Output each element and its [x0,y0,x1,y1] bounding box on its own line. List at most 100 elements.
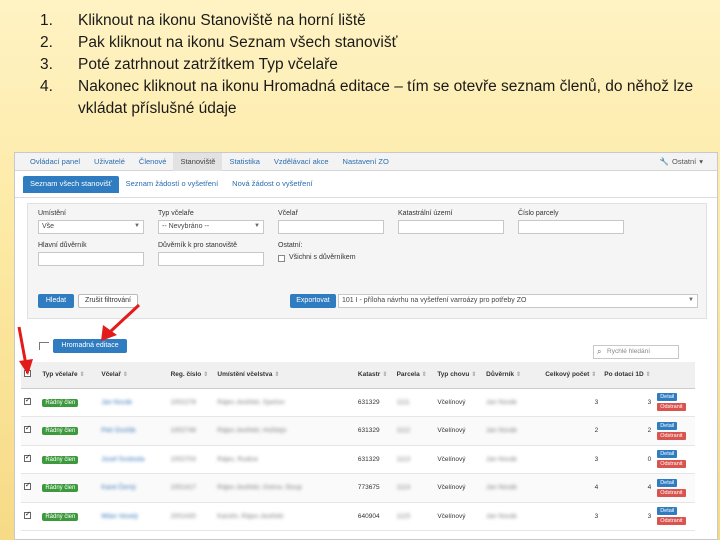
row-checkbox[interactable] [24,453,31,462]
katastr-value: 631329 [357,398,380,406]
umisteni-cell: Rájec-Jestřebí, Ostrov, Sloup [214,473,355,503]
tab-nova-zadost[interactable]: Nová žádost o vyšetření [225,176,319,193]
instruction-list: 1. Kliknout na ikonu Stanoviště na horní… [40,10,700,120]
row-select-cell[interactable] [21,473,40,503]
vcelar-cell: Milan Veselý [98,502,168,531]
col-header-duvernik[interactable]: Důvěrník ⇕ [483,362,543,389]
hledat-button[interactable]: Hledat [38,294,74,308]
reg-cell: 2001430 [167,502,215,531]
sort-icon: ⇕ [274,372,280,379]
delete-button[interactable]: Odstranit [657,403,686,412]
nav-item-stanoviste[interactable]: Stanoviště [173,153,223,171]
table-row[interactable]: Řádný člen Milan Veselý 2001430 Karolín, Rá… [21,502,695,531]
detail-button[interactable]: Detail [657,478,678,487]
tab-seznam-vsech-stanovist[interactable]: Seznam všech stanovišť [23,176,119,193]
actions-cell: Detail Odstranit [654,502,695,531]
delete-button[interactable]: Odstranit [657,460,686,469]
celkem-cell: 3 [542,388,602,417]
row-select-cell[interactable] [21,502,40,531]
chov-cell: Včelínový [434,502,484,531]
table-row[interactable]: Řádný člen Josef Svoboda 1002703 Rájec, Rud… [21,445,695,474]
table-header-row: Typ včelaře⇕ Včelař⇕ Reg. číslo⇕ Umístěn… [21,362,695,389]
col-header-vcelar[interactable]: Včelař ⇕ [98,362,168,389]
celkem-value: 2 [594,427,599,435]
tab-seznam-zadosti[interactable]: Seznam žádostí o vyšetření [119,176,226,193]
col-header-typ[interactable]: Typ včelaře ⇕ [39,362,99,389]
vcelar-name[interactable]: Karel Černý [101,484,135,491]
chov-value: Včelínový [437,512,466,520]
table-row[interactable]: Řádný člen Karel Černý 1001417 Rájec-Jestře… [21,473,695,503]
chov-value: Včelínový [437,455,466,463]
vcelar-name[interactable]: Milan Veselý [101,513,138,520]
nav-item-vzdelavaci-akce[interactable]: Vzdělávací akce [267,153,336,171]
vcelar-input[interactable] [278,220,384,234]
nav-item-statistika[interactable]: Statistika [222,153,266,171]
vcelar-cell: Petr Dvořák [98,416,168,446]
duvernik-value: Jan Novák [486,427,517,435]
row-checkbox[interactable] [24,481,31,491]
hlavni-duvernik-input[interactable] [38,252,144,266]
col-header-celkem[interactable]: Celkový počet ⇕ [542,362,602,389]
umisteni-select[interactable]: Vše ▼ [38,220,144,234]
table-row[interactable]: Řádný člen Petr Dvořák 1002748 Rájec-Jestře… [21,416,695,446]
instruction-item: 1. Kliknout na ikonu Stanoviště na horní… [40,10,700,32]
exportovat-button[interactable]: Exportovat [290,294,336,308]
row-checkbox[interactable] [24,424,31,434]
nav-ostatni-label: Ostatní [672,157,697,166]
parcela-cell: 1115 [393,502,435,531]
row-checkbox[interactable] [24,396,31,405]
delete-button[interactable]: Odstranit [657,431,686,440]
col-header-dotace[interactable]: Po dotaci 1D ⇕ [601,362,655,389]
table-row[interactable]: Řádný člen Jan Novák 1002278 Rájec-Jestřebí… [21,388,695,417]
sort-icon: ⇕ [203,372,209,379]
instruction-number: 4. [40,78,53,95]
row-select-cell[interactable] [21,445,40,474]
sort-icon: ⇕ [645,372,651,379]
search-icon: ⌕ [597,347,602,356]
member-type-badge: Řádný člen [42,398,79,407]
katastr-cell: 773675 [354,473,394,503]
vcelar-name[interactable]: Petr Dvořák [101,427,135,434]
col-header-katastr[interactable]: Katastr ⇕ [354,362,394,389]
delete-button[interactable]: Odstranit [657,517,686,526]
vcelar-name[interactable]: Josef Svoboda [101,456,144,463]
detail-button[interactable]: Detail [657,450,678,459]
row-select-cell[interactable] [21,416,40,446]
vcelar-label: Včelař [278,210,298,217]
detail-button[interactable]: Detail [657,393,678,402]
detail-button[interactable]: Detail [657,421,678,430]
duvernik-value: Jan Novák [486,398,517,406]
col-header-reg[interactable]: Reg. číslo ⇕ [167,362,215,389]
typ-vcelare-select[interactable]: -- Nevybráno -- ▼ [158,220,264,234]
col-header-typ-chovu[interactable]: Typ chovu ⇕ [434,362,484,389]
quick-search-placeholder: Rychlé hledání [607,348,650,355]
vcelar-name[interactable]: Jan Novák [101,399,132,406]
instruction-item: 2. Pak kliknout na ikonu Seznam všech st… [40,32,700,54]
quick-search-input[interactable]: ⌕ Rychlé hledání [593,345,679,359]
reg-number: 1002278 [170,398,196,406]
duvernik-label: Důvěrník k pro stanoviště [158,242,237,249]
nav-item-ovladaci-panel[interactable]: Ovládací panel [23,153,87,171]
col-header-parcela[interactable]: Parcela ⇕ [393,362,435,389]
nav-item-clenove[interactable]: Členové [132,153,174,171]
duvernik-input[interactable] [158,252,264,266]
nav-item-uzivatele[interactable]: Uživatelé [87,153,132,171]
chov-cell: Včelínový [434,388,484,417]
detail-button[interactable]: Detail [657,507,678,516]
export-type-select[interactable]: 101 I - příloha návrhu na vyšetření varr… [338,294,698,308]
cislo-parcely-input[interactable] [518,220,624,234]
katastralni-input[interactable] [398,220,504,234]
umisteni-value: Rájec, Rudice [217,455,258,463]
nav-ostatni-menu[interactable]: 🔧 Ostatní ▾ [660,153,703,171]
row-checkbox[interactable] [24,510,31,519]
dotace-cell: 3 [601,502,655,531]
vsichni-checkbox[interactable] [278,255,285,262]
duvernik-cell: Jan Novák [483,473,543,503]
row-select-cell[interactable] [21,388,40,417]
delete-button[interactable]: Odstranit [657,488,686,497]
col-header-label: Po dotaci 1D [604,371,644,379]
celkem-cell: 3 [542,502,602,531]
col-header-umisteni[interactable]: Umístění včelstva ⇕ [214,362,355,389]
chov-cell: Včelínový [434,416,484,446]
nav-item-nastaveni-zo[interactable]: Nastavení ZO [336,153,396,171]
